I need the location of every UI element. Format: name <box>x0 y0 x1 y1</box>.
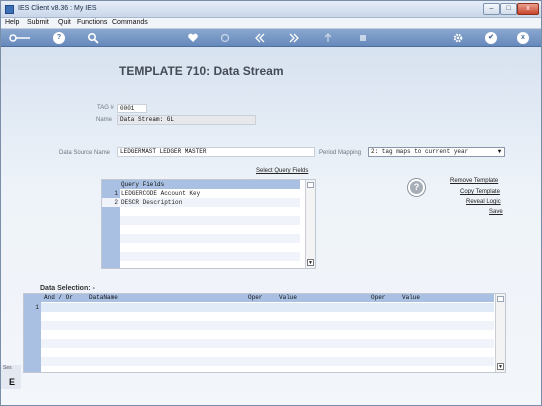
scroll-thumb[interactable] <box>497 296 504 302</box>
copy-template-link[interactable]: Copy Template <box>460 189 500 195</box>
tag-field[interactable]: 0001 <box>117 104 147 113</box>
menu-submit[interactable]: Submit <box>27 19 49 26</box>
selection-row[interactable] <box>41 339 494 348</box>
empty-row[interactable] <box>120 216 300 225</box>
data-selection-header: And / Or DataName Oper Value Oper Value <box>41 294 494 302</box>
col-dataname: DataName <box>89 294 118 301</box>
query-field-value: DESCR Description <box>121 199 183 206</box>
selection-row[interactable] <box>41 312 494 321</box>
empty-row[interactable] <box>120 252 300 261</box>
data-selection-label: Data Selection: - <box>40 285 95 292</box>
query-fields-grid: Query Fields 1 LEDGERCODE Account Key 2 … <box>101 179 316 269</box>
session-marker: E <box>9 377 16 387</box>
row-number: 2 <box>114 199 118 206</box>
main-content: TEMPLATE 710: Data Stream TAG # 0001 Nam… <box>1 47 541 405</box>
row-number: 1 <box>114 190 118 197</box>
query-field-value: LEDGERCODE Account Key <box>121 190 201 197</box>
help-icon[interactable]: ? <box>53 32 65 44</box>
empty-row[interactable] <box>120 243 300 252</box>
col-value-2: Value <box>402 294 421 301</box>
back-icon[interactable] <box>254 32 266 44</box>
query-scrollbar[interactable]: ▼ <box>305 180 315 268</box>
tag-label: TAG # <box>97 105 114 111</box>
close-window-button[interactable]: x <box>517 3 539 15</box>
remove-template-link[interactable]: Remove Template <box>450 178 498 184</box>
empty-row[interactable] <box>120 234 300 243</box>
selection-row[interactable] <box>41 330 494 339</box>
query-fields-header: Query Fields <box>120 180 300 189</box>
scroll-down-icon[interactable]: ▼ <box>497 363 504 370</box>
chevron-down-icon[interactable]: ▼ <box>495 148 504 156</box>
check-icon[interactable]: ✔ <box>485 32 497 44</box>
window-title: IES Client v8.36 : My IES <box>18 5 97 12</box>
data-source-label: Data Source Name <box>59 150 111 156</box>
menu-bar: Help Submit Quit Functions Commands <box>1 18 541 29</box>
query-row[interactable]: 2 DESCR Description <box>102 198 300 207</box>
menu-quit[interactable]: Quit <box>58 19 71 26</box>
reveal-logic-link[interactable]: Reveal Logic <box>466 199 501 205</box>
help-button[interactable]: ? <box>408 179 425 196</box>
period-mapping-label: Period Mapping <box>319 150 362 156</box>
query-row[interactable]: 1 LEDGERCODE Account Key <box>102 189 300 198</box>
menu-help[interactable]: Help <box>5 19 19 26</box>
menu-functions[interactable]: Functions <box>77 19 107 26</box>
app-window: IES Client v8.36 : My IES – □ x Help Sub… <box>0 0 542 406</box>
data-source-field[interactable]: LEDGERMAST LEDGER MASTER <box>117 147 315 157</box>
row-number: 1 <box>35 304 39 311</box>
col-oper-2: Oper <box>371 294 386 301</box>
heart-icon[interactable] <box>187 32 199 44</box>
upload-icon[interactable] <box>322 32 334 44</box>
forward-icon[interactable] <box>288 32 300 44</box>
session-label: Ses <box>3 365 12 371</box>
col-oper: Oper <box>248 294 263 301</box>
selection-row[interactable] <box>41 357 494 366</box>
minimize-button[interactable]: – <box>483 3 500 15</box>
period-mapping-select[interactable]: 2: tag maps to current year ▼ <box>368 147 505 157</box>
title-bar: IES Client v8.36 : My IES – □ x <box>1 1 541 18</box>
stop-icon[interactable] <box>357 32 369 44</box>
refresh-icon[interactable] <box>219 32 231 44</box>
page-title: TEMPLATE 710: Data Stream <box>119 64 284 78</box>
empty-row[interactable] <box>120 225 300 234</box>
selection-row[interactable] <box>41 321 494 330</box>
scroll-thumb[interactable] <box>307 182 314 188</box>
toolbar: ? ✔ x <box>1 29 541 47</box>
search-icon[interactable] <box>87 32 99 44</box>
empty-row[interactable] <box>120 207 300 216</box>
save-link[interactable]: Save <box>489 209 503 215</box>
close-icon[interactable]: x <box>517 32 529 44</box>
selection-row[interactable] <box>41 348 494 357</box>
data-selection-grid: And / Or DataName Oper Value Oper Value … <box>23 293 506 373</box>
scroll-down-icon[interactable]: ▼ <box>307 259 314 266</box>
app-icon <box>5 5 14 14</box>
period-mapping-value: 2: tag maps to current year <box>371 148 469 155</box>
name-field[interactable]: Data Stream: GL <box>117 115 256 125</box>
session-side-panel[interactable]: Ses E <box>1 365 21 389</box>
maximize-button[interactable]: □ <box>500 3 517 15</box>
settings-icon[interactable] <box>452 32 464 44</box>
selection-row[interactable] <box>41 303 494 312</box>
select-query-fields-link[interactable]: Select Query Fields <box>256 168 308 174</box>
data-selection-scrollbar[interactable]: ▼ <box>495 294 505 372</box>
key-icon[interactable] <box>9 32 31 44</box>
name-label: Name <box>96 117 113 123</box>
col-and-or: And / Or <box>44 294 73 301</box>
col-value: Value <box>279 294 298 301</box>
menu-commands[interactable]: Commands <box>112 19 148 26</box>
